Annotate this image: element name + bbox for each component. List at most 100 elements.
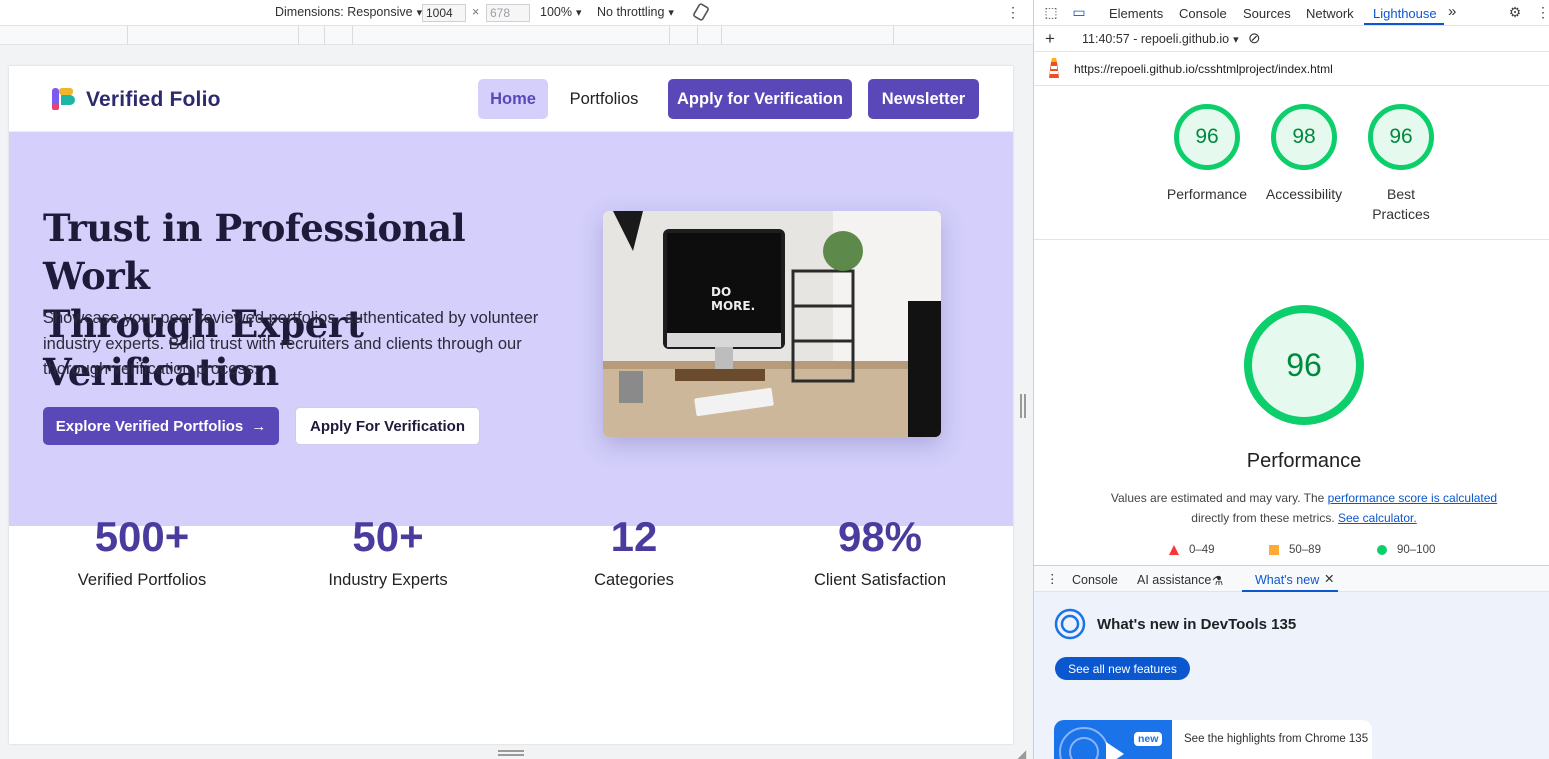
new-report-icon[interactable]: + <box>1045 29 1055 49</box>
arrow-right-icon: → <box>251 417 267 435</box>
chrome-logo-icon <box>1054 608 1086 645</box>
hero-section: Trust in Professional Work Through Exper… <box>9 132 1013 526</box>
device-toolbar: Dimensions: Responsive 1004 × 678 100% N… <box>0 0 1033 26</box>
tab-lighthouse[interactable]: Lighthouse <box>1373 6 1437 21</box>
drawer-tab-whats-new[interactable]: What's new <box>1255 573 1319 587</box>
height-input[interactable]: 678 <box>486 4 530 22</box>
apply-verification-button[interactable]: Apply For Verification <box>295 407 480 445</box>
nav-home[interactable]: Home <box>478 79 548 119</box>
tab-console[interactable]: Console <box>1179 6 1227 21</box>
hero-title-line1: Trust in Professional Work <box>43 206 466 298</box>
new-badge: new <box>1134 732 1163 746</box>
more-tabs-icon[interactable]: » <box>1448 3 1456 20</box>
bottom-resize-handle[interactable] <box>498 750 524 756</box>
devtools-panel: ⬚ ▭ Elements Console Sources Network Lig… <box>1033 0 1549 759</box>
site-header: Verified Folio Home Portfolios Apply for… <box>9 66 1013 132</box>
drawer-tabbar: ⋮ Console AI assistance ⚗ What's new ✕ <box>1034 565 1549 592</box>
lighthouse-logo-icon <box>1046 58 1062 83</box>
triangle-icon <box>1169 545 1179 555</box>
stat-label: Categories <box>594 571 674 589</box>
gauge-score: 98 <box>1271 104 1337 170</box>
legend-high-label: 90–100 <box>1397 544 1436 556</box>
see-all-features-button[interactable]: See all new features <box>1055 657 1190 680</box>
hero-subtitle: Showcase your peer reviewed portfolios, … <box>43 309 539 378</box>
score-gauges: 96 Performance 98 Accessibility 96 Best … <box>1034 86 1549 240</box>
tab-network[interactable]: Network <box>1306 6 1354 21</box>
nav-newsletter-button[interactable]: Newsletter <box>868 79 979 119</box>
device-toggle-icon[interactable]: ▭ <box>1070 4 1088 22</box>
devtools-tabbar: ⬚ ▭ Elements Console Sources Network Lig… <box>1034 0 1549 26</box>
legend-mid-label: 50–89 <box>1289 544 1321 556</box>
highlights-text: See the highlights from Chrome 135 <box>1184 733 1369 745</box>
close-tab-icon[interactable]: ✕ <box>1324 571 1334 586</box>
legend-mid: 50–89 <box>1269 544 1321 556</box>
note-text-2: directly from these metrics. <box>1191 511 1338 525</box>
rotate-icon[interactable] <box>692 2 710 25</box>
report-url[interactable]: https://repoeli.github.io/csshtmlproject… <box>1074 62 1333 76</box>
zoom-select[interactable]: 100% <box>540 5 582 19</box>
gauge-label: Performance <box>1166 186 1248 202</box>
device-mode-pane: Dimensions: Responsive 1004 × 678 100% N… <box>0 0 1033 759</box>
performance-big-gauge: 96 <box>1244 305 1364 425</box>
tab-elements[interactable]: Elements <box>1109 6 1163 21</box>
active-tab-indicator <box>1364 23 1444 25</box>
drawer-menu-icon[interactable]: ⋮ <box>1046 571 1059 586</box>
explore-portfolios-button[interactable]: Explore Verified Portfolios → <box>43 407 279 445</box>
nav-apply-button[interactable]: Apply for Verification <box>668 79 852 119</box>
clear-reports-icon[interactable]: ⊘ <box>1248 29 1261 47</box>
note-text: Values are estimated and may vary. The <box>1110 491 1328 505</box>
brand-name: Verified Folio <box>86 88 221 111</box>
width-input[interactable]: 1004 <box>422 4 466 22</box>
hero-image: DO MORE. <box>603 211 941 437</box>
legend-low: 0–49 <box>1169 544 1215 556</box>
gauge-label: Accessibility <box>1265 186 1343 202</box>
drawer-tab-console[interactable]: Console <box>1072 573 1118 587</box>
gauge-best-practices[interactable]: 96 Best Practices <box>1351 104 1451 224</box>
dimensions-select[interactable]: Dimensions: Responsive <box>275 5 422 19</box>
site-logo[interactable]: Verified Folio <box>50 86 221 114</box>
whats-new-title: What's new in DevTools 135 <box>1097 616 1297 633</box>
nav-portfolios[interactable]: Portfolios <box>557 79 651 119</box>
score-calculated-link[interactable]: performance score is calculated <box>1328 491 1497 505</box>
throttling-select[interactable]: No throttling <box>597 5 674 19</box>
corner-resize-icon[interactable]: ◢ <box>1017 747 1026 759</box>
whats-new-panel: What's new in DevTools 135 See all new f… <box>1034 592 1549 759</box>
stat-value: 98% <box>837 513 923 560</box>
stat-experts: 50+ Industry Experts <box>278 511 498 590</box>
stat-value: 50+ <box>352 513 424 560</box>
legend-low-label: 0–49 <box>1189 544 1215 556</box>
device-more-icon[interactable]: ⋮ <box>1006 4 1020 21</box>
explore-button-label: Explore Verified Portfolios <box>55 417 244 435</box>
circle-icon <box>1377 545 1387 555</box>
stat-label: Client Satisfaction <box>813 571 947 589</box>
gauge-accessibility[interactable]: 98 Accessibility <box>1254 104 1354 204</box>
emulated-viewport: Verified Folio Home Portfolios Apply for… <box>9 66 1013 744</box>
hero-image-text: DO MORE. <box>711 285 756 313</box>
gauge-label: Best Practices <box>1372 186 1430 222</box>
logo-icon <box>50 86 78 114</box>
tab-sources[interactable]: Sources <box>1243 6 1291 21</box>
report-selector[interactable]: 11:40:57 - repoeli.github.io <box>1082 32 1239 46</box>
flask-icon: ⚗ <box>1212 574 1224 588</box>
stat-portfolios: 500+ Verified Portfolios <box>32 511 252 590</box>
settings-gear-icon[interactable]: ⚙ <box>1506 4 1524 22</box>
stat-label: Industry Experts <box>328 571 448 589</box>
inspect-element-icon[interactable]: ⬚ <box>1042 4 1060 22</box>
media-query-ruler <box>0 26 1033 45</box>
stat-value: 500+ <box>94 513 190 560</box>
highlights-thumbnail: new <box>1054 720 1172 759</box>
gauge-performance[interactable]: 96 Performance <box>1157 104 1257 204</box>
performance-note: Values are estimated and may vary. The p… <box>1034 488 1549 528</box>
drawer-tab-ai-assistance[interactable]: AI assistance <box>1137 573 1211 587</box>
stat-value: 12 <box>610 513 658 560</box>
see-calculator-link[interactable]: See calculator. <box>1338 511 1417 525</box>
stat-categories: 12 Categories <box>524 511 744 590</box>
square-icon <box>1269 545 1279 555</box>
stat-satisfaction: 98% Client Satisfaction <box>770 511 990 590</box>
gauge-score: 96 <box>1174 104 1240 170</box>
devtools-more-icon[interactable]: ⋮ <box>1534 4 1549 22</box>
legend-high: 90–100 <box>1377 544 1435 556</box>
right-resize-handle[interactable] <box>1020 394 1026 418</box>
report-url-bar: https://repoeli.github.io/csshtmlproject… <box>1034 52 1549 86</box>
highlights-card[interactable]: new See the highlights from Chrome 135 <box>1054 720 1372 759</box>
